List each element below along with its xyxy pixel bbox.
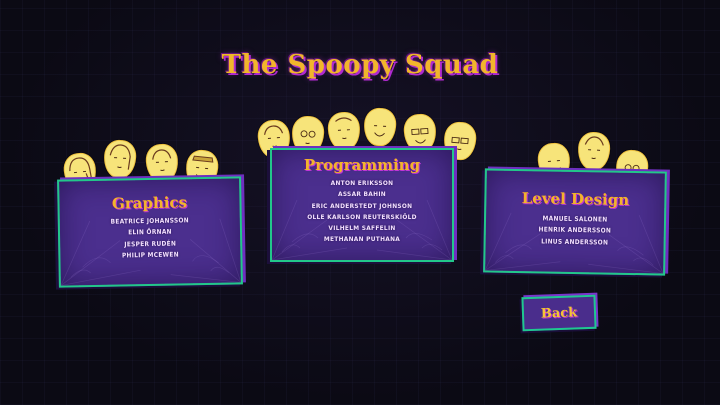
section-heading: Graphics bbox=[111, 193, 188, 213]
section-heading: Level Design bbox=[521, 189, 630, 209]
list-item: Philip McEwen bbox=[121, 250, 179, 260]
name-list: Beatrice Johansson Elin Örnan Jesper Rud… bbox=[60, 214, 241, 262]
portrait-avatar bbox=[102, 138, 138, 180]
list-item: Assar Bahin bbox=[338, 190, 386, 199]
title: The Spoopy Squad bbox=[221, 50, 499, 80]
name-list: Anton Eriksson Assar Bahin Eric Anderste… bbox=[272, 178, 452, 246]
list-item: Olle Karlson Reuterskiöld bbox=[307, 212, 417, 221]
portrait-avatar bbox=[577, 131, 611, 171]
name-list: Manuel Salonen Henrik Andersson Linus An… bbox=[486, 212, 665, 249]
list-item: Eric Anderstedt Johnson bbox=[311, 201, 413, 210]
list-item: Linus Andersson bbox=[541, 237, 609, 247]
back-button[interactable]: Back bbox=[521, 294, 597, 332]
back-button-label: Back bbox=[540, 304, 578, 322]
list-item: Vilhelm Saffelin bbox=[328, 224, 396, 233]
portrait-avatar bbox=[327, 111, 361, 151]
list-item: Anton Eriksson bbox=[330, 179, 394, 187]
level-design-panel: Level Design Manuel Salonen Henrik Ander… bbox=[483, 168, 667, 276]
graphics-panel: Graphics Beatrice Johansson Elin Örnan J… bbox=[57, 176, 243, 288]
programming-panel: Programming Anton Eriksson Assar Bahin E… bbox=[270, 148, 454, 262]
portrait-avatar bbox=[362, 106, 398, 148]
section-heading: Programming bbox=[303, 156, 421, 174]
list-item: Methanan Puthana bbox=[323, 235, 401, 244]
